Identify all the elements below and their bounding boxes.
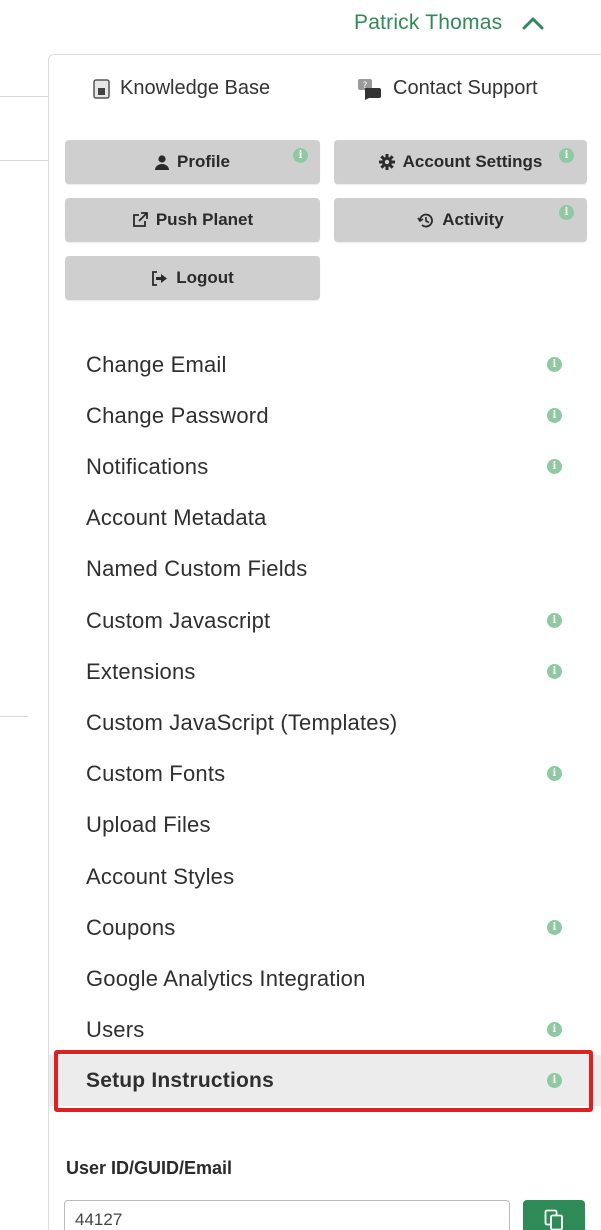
- info-icon[interactable]: i: [547, 459, 562, 474]
- user-menu-toggle[interactable]: Patrick Thomas: [354, 8, 544, 38]
- external-link-icon: [132, 212, 148, 227]
- menu-item-label: Change Email: [86, 351, 227, 377]
- info-icon[interactable]: i: [547, 613, 562, 628]
- menu-item-notifications[interactable]: Notifications i: [49, 441, 601, 492]
- profile-button[interactable]: Profile i: [65, 140, 320, 184]
- contact-support-link[interactable]: ? Contact Support: [357, 77, 538, 100]
- profile-label: Profile: [177, 152, 230, 171]
- user-id-label: User ID/GUID/Email: [66, 1158, 233, 1178]
- menu-item-label: Google Analytics Integration: [86, 965, 366, 991]
- help-links: Knowledge Base ? Contact Support: [49, 77, 601, 105]
- info-icon[interactable]: i: [559, 205, 574, 220]
- user-id-field[interactable]: [64, 1200, 510, 1230]
- background-divider: [0, 96, 48, 97]
- menu-item-label: Account Styles: [86, 863, 235, 889]
- info-icon[interactable]: i: [547, 1073, 562, 1088]
- menu-item-label: Notifications: [86, 453, 209, 479]
- chevron-up-icon: [522, 17, 544, 30]
- menu-item-label: Coupons: [86, 914, 176, 940]
- menu-item-change-email[interactable]: Change Email i: [49, 339, 601, 390]
- info-icon[interactable]: i: [547, 408, 562, 423]
- account-settings-button[interactable]: Account Settings i: [334, 140, 587, 184]
- activity-button[interactable]: Activity i: [334, 198, 587, 242]
- logout-button[interactable]: Logout: [65, 256, 320, 300]
- menu-item-label: Account Metadata: [86, 504, 267, 530]
- info-icon[interactable]: i: [547, 766, 562, 781]
- info-icon[interactable]: i: [547, 357, 562, 372]
- background-divider: [0, 160, 48, 161]
- menu-item-change-password[interactable]: Change Password i: [49, 390, 601, 441]
- menu-item-label: Setup Instructions: [86, 1068, 274, 1092]
- menu-item-label: Custom Fonts: [86, 760, 226, 786]
- menu-item-custom-javascript-templates[interactable]: Custom JavaScript (Templates): [49, 697, 601, 748]
- menu-item-label: Extensions: [86, 658, 196, 684]
- menu-item-custom-javascript[interactable]: Custom Javascript i: [49, 595, 601, 646]
- knowledge-base-label: Knowledge Base: [120, 77, 271, 99]
- menu-item-setup-instructions[interactable]: Setup Instructions i: [49, 1055, 601, 1106]
- user-icon: [155, 154, 170, 170]
- history-icon: [417, 213, 434, 227]
- menu-item-account-metadata[interactable]: Account Metadata: [49, 492, 601, 543]
- info-icon[interactable]: i: [293, 148, 308, 163]
- background-divider: [0, 716, 28, 717]
- menu-item-label: Upload Files: [86, 811, 211, 837]
- activity-label: Activity: [442, 210, 504, 229]
- menu-item-extensions[interactable]: Extensions i: [49, 646, 601, 697]
- document-icon: [93, 78, 110, 99]
- contact-support-label: Contact Support: [393, 77, 538, 99]
- menu-item-label: Named Custom Fields: [86, 555, 308, 581]
- knowledge-base-link[interactable]: Knowledge Base: [93, 77, 270, 100]
- menu-item-label: Users: [86, 1016, 145, 1042]
- logout-label: Logout: [176, 268, 234, 287]
- push-planet-button[interactable]: Push Planet: [65, 198, 320, 242]
- menu-item-label: Custom Javascript: [86, 607, 271, 633]
- support-chat-icon: ?: [358, 78, 381, 100]
- info-icon[interactable]: i: [547, 920, 562, 935]
- info-icon[interactable]: i: [547, 1022, 562, 1037]
- menu-item-account-styles[interactable]: Account Styles: [49, 851, 601, 902]
- gear-icon: [378, 154, 395, 170]
- menu-item-users[interactable]: Users i: [49, 1004, 601, 1055]
- account-settings-label: Account Settings: [402, 152, 543, 171]
- user-name: Patrick Thomas: [354, 11, 503, 34]
- menu-item-custom-fonts[interactable]: Custom Fonts i: [49, 748, 601, 799]
- push-planet-label: Push Planet: [155, 210, 254, 229]
- menu-item-label: Custom JavaScript (Templates): [86, 709, 398, 735]
- menu-item-label: Change Password: [86, 402, 269, 428]
- info-icon[interactable]: i: [559, 148, 574, 163]
- menu-item-upload-files[interactable]: Upload Files: [49, 799, 601, 850]
- menu-item-google-analytics-integration[interactable]: Google Analytics Integration: [49, 953, 601, 1004]
- logout-icon: [152, 270, 168, 286]
- copy-button[interactable]: [523, 1200, 585, 1230]
- menu-item-named-custom-fields[interactable]: Named Custom Fields: [49, 543, 601, 594]
- menu-item-coupons[interactable]: Coupons i: [49, 902, 601, 953]
- copy-icon: [544, 1209, 563, 1230]
- user-dropdown-menu: Knowledge Base ? Contact Support Profile…: [48, 54, 601, 1230]
- info-icon[interactable]: i: [547, 664, 562, 679]
